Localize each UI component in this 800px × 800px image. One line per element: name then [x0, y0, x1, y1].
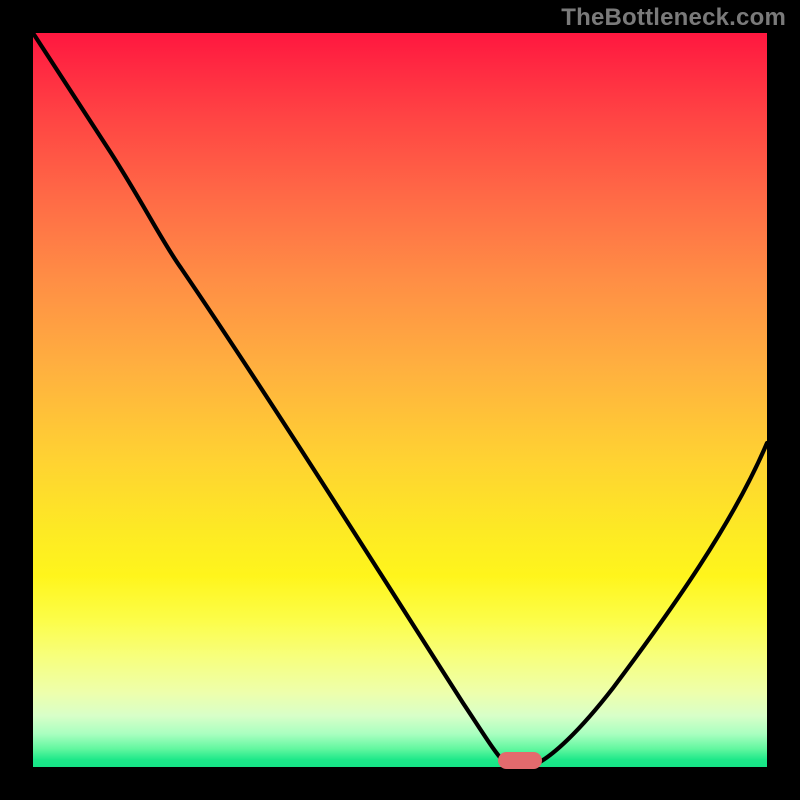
plot-area	[33, 33, 767, 767]
watermark-text: TheBottleneck.com	[561, 4, 786, 32]
chart-frame: TheBottleneck.com	[0, 0, 800, 800]
bottleneck-curve	[33, 33, 767, 767]
optimal-point-marker	[498, 752, 542, 769]
curve-path	[33, 33, 767, 763]
